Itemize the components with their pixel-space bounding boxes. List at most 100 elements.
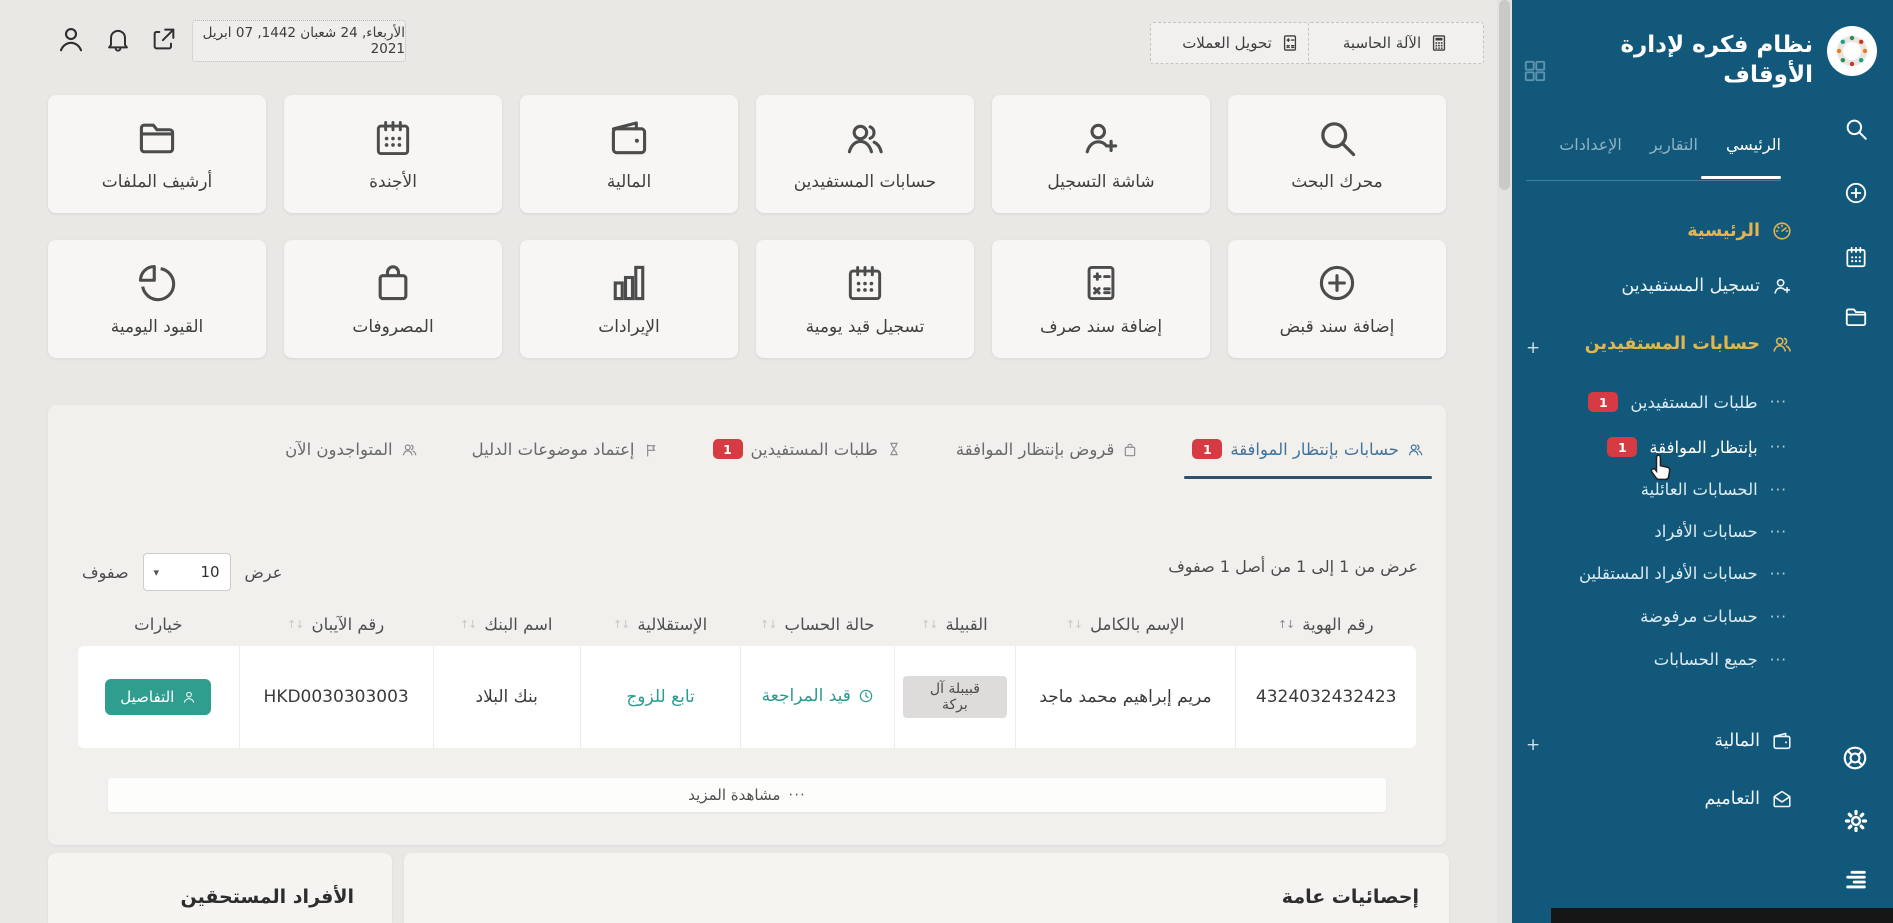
- sidebar-subitem-rejected-accounts[interactable]: ··· حسابات مرفوضة: [1640, 607, 1787, 626]
- tile-label: حسابات المستفيدين: [794, 172, 937, 192]
- col-bank-name[interactable]: اسم البنك↓↑: [433, 603, 580, 646]
- tile-search-engine[interactable]: محرك البحث: [1228, 95, 1446, 213]
- col-national-id[interactable]: رقم الهوية↓↑: [1235, 603, 1416, 646]
- sidebar-item-circulars[interactable]: التعاميم: [1704, 788, 1793, 810]
- life-ring-icon[interactable]: [1841, 744, 1869, 772]
- tile-label: شاشة التسجيل: [1047, 172, 1154, 192]
- tile-label: إضافة سند صرف: [1040, 317, 1162, 337]
- app-title: نظام فكره لإدارة الأوقاف: [1576, 30, 1813, 91]
- col-full-name[interactable]: الإسم بالكامل↓↑: [1015, 603, 1236, 646]
- people-icon: [401, 441, 418, 458]
- statistics-card-title: إحصائيات عامة: [1282, 886, 1419, 908]
- sidebar-subitem-label: حسابات الأفراد: [1654, 522, 1757, 541]
- sidebar-subitem-individual-accounts[interactable]: ··· حسابات الأفراد: [1654, 522, 1787, 541]
- user-icon[interactable]: [56, 24, 86, 54]
- tab-label: طلبات المستفيدين: [751, 440, 878, 459]
- col-iban[interactable]: رقم الآيبان↓↑: [239, 603, 433, 646]
- sort-icon[interactable]: ↓↑: [460, 618, 476, 631]
- ellipsis-icon: ···: [788, 786, 805, 804]
- date-display: الأربعاء, 24 شعبان 1442, 07 ابريل 2021: [192, 20, 406, 62]
- expand-plus-icon[interactable]: +: [1526, 735, 1540, 755]
- apps-grid-icon[interactable]: [1522, 58, 1548, 84]
- sort-icon[interactable]: ↓↑: [760, 618, 776, 631]
- show-more-button[interactable]: ··· مشاهدة المزيد: [108, 778, 1386, 812]
- ellipsis-icon: ···: [1770, 481, 1787, 499]
- sidebar-tab-main[interactable]: الرئيسي: [1726, 135, 1781, 154]
- tile-register-journal-entry[interactable]: تسجيل قيد يومية: [756, 240, 974, 358]
- tile-finance[interactable]: المالية: [520, 95, 738, 213]
- expand-plus-icon[interactable]: +: [1526, 338, 1540, 358]
- folder-icon[interactable]: [1843, 304, 1869, 330]
- sidebar-item-finance[interactable]: المالية: [1714, 730, 1793, 752]
- tab-label: إعتماد موضوعات الدليل: [472, 440, 635, 459]
- tile-beneficiary-accounts[interactable]: حسابات المستفيدين: [756, 95, 974, 213]
- ellipsis-icon: ···: [1770, 565, 1787, 583]
- plus-circle-icon[interactable]: [1843, 180, 1869, 206]
- sort-icon[interactable]: ↓↑: [613, 618, 629, 631]
- calculator-icon: [1429, 33, 1449, 53]
- calendar-icon[interactable]: [1843, 244, 1869, 270]
- sidebar-tab-reports[interactable]: التقارير: [1650, 135, 1698, 154]
- chevron-down-icon: ▾: [154, 566, 160, 579]
- tile-label: أرشيف الملفات: [102, 172, 212, 192]
- tile-expenses[interactable]: المصروفات: [284, 240, 502, 358]
- tile-label: محرك البحث: [1291, 172, 1383, 192]
- sort-icon[interactable]: ↓↑: [921, 618, 937, 631]
- sidebar-item-home[interactable]: الرئيسية: [1687, 220, 1793, 242]
- sort-icon[interactable]: ↓↑: [1066, 618, 1082, 631]
- sidebar-tab-settings[interactable]: الإعدادات: [1559, 135, 1622, 154]
- sidebar-divider: [1526, 180, 1781, 181]
- tab-label: قروض بإنتظار الموافقة: [956, 440, 1114, 459]
- sidebar-subitem-all-accounts[interactable]: ··· جميع الحسابات: [1654, 650, 1787, 669]
- sidebar-subitem-label: بإنتظار الموافقة: [1649, 438, 1757, 457]
- tab-loans-pending-approval[interactable]: قروض بإنتظار الموافقة: [956, 440, 1138, 479]
- tab-online-now[interactable]: المتواجدون الآن: [285, 440, 418, 479]
- page-size-select[interactable]: 10 ▾: [143, 553, 231, 591]
- details-button[interactable]: التفاصيل: [105, 679, 211, 715]
- sort-icon[interactable]: ↓↑: [287, 618, 303, 631]
- tab-accounts-pending-approval[interactable]: حسابات بإنتظار الموافقة 1: [1192, 439, 1424, 479]
- share-icon[interactable]: [150, 25, 178, 53]
- calc-convert-icon: [1280, 33, 1300, 53]
- tile-add-receipt-voucher[interactable]: إضافة سند قبض: [1228, 240, 1446, 358]
- currency-convert-label: تحويل العملات: [1182, 34, 1272, 52]
- tile-registration-screen[interactable]: شاشة التسجيل: [992, 95, 1210, 213]
- scrollbar-thumb[interactable]: [1499, 0, 1510, 190]
- sidebar-subitem-family-accounts[interactable]: ··· الحسابات العائلية: [1641, 480, 1787, 499]
- tile-agenda[interactable]: الأجندة: [284, 95, 502, 213]
- tab-directory-topics-approval[interactable]: إعتماد موضوعات الدليل: [472, 440, 659, 479]
- gear-icon[interactable]: [1843, 808, 1869, 834]
- cell-independence: تابع للزوج: [580, 646, 741, 748]
- col-options: خيارات: [78, 603, 239, 646]
- col-tribe[interactable]: القبيلة↓↑: [894, 603, 1014, 646]
- pin-icon: [643, 442, 659, 458]
- hourglass-icon: [886, 441, 902, 457]
- ellipsis-icon: ···: [1770, 393, 1787, 411]
- sidebar-item-beneficiary-accounts[interactable]: حسابات المستفيدين: [1585, 333, 1793, 355]
- col-account-status[interactable]: حالة الحساب↓↑: [740, 603, 894, 646]
- bell-icon[interactable]: [104, 25, 132, 53]
- sidebar-subitem-beneficiary-requests[interactable]: ··· طلبات المستفيدين 1: [1588, 392, 1787, 412]
- page-length-control: عرض 10 ▾ صفوف: [82, 553, 282, 591]
- tile-file-archive[interactable]: أرشيف الملفات: [48, 95, 266, 213]
- accounts-table-wrap: رقم الهوية↓↑ الإسم بالكامل↓↑ القبيلة↓↑ ح…: [78, 603, 1416, 812]
- tile-daily-entries[interactable]: القيود اليومية: [48, 240, 266, 358]
- sidebar-subitem-pending-approval[interactable]: ··· بإنتظار الموافقة 1: [1607, 437, 1787, 457]
- show-more-label: مشاهدة المزيد: [688, 786, 780, 804]
- tile-add-payment-voucher[interactable]: إضافة سند صرف: [992, 240, 1210, 358]
- menu-lines-icon[interactable]: [1843, 866, 1869, 892]
- search-icon[interactable]: [1843, 116, 1869, 142]
- tile-label: القيود اليومية: [111, 317, 204, 337]
- sort-icon[interactable]: ↓↑: [1278, 618, 1294, 631]
- sidebar-subitem-independent-individual-accounts[interactable]: ··· حسابات الأفراد المستقلين: [1579, 564, 1787, 583]
- calculator-button[interactable]: الآلة الحاسبة: [1308, 22, 1484, 64]
- wallet-icon: [1771, 730, 1793, 752]
- tile-revenues[interactable]: الإيرادات: [520, 240, 738, 358]
- tiles-row-2: إضافة سند قبض إضافة سند صرف تسجيل قيد يو…: [48, 240, 1446, 358]
- tab-beneficiary-requests[interactable]: طلبات المستفيدين 1: [713, 439, 902, 479]
- rows-label: صفوف: [82, 563, 129, 582]
- sidebar-item-register-beneficiaries[interactable]: تسجيل المستفيدين: [1621, 275, 1793, 297]
- currency-convert-button[interactable]: تحويل العملات: [1150, 22, 1332, 64]
- col-independence[interactable]: الإستقلالية↓↑: [580, 603, 741, 646]
- panel-tabs: حسابات بإنتظار الموافقة 1 قروض بإنتظار ا…: [48, 405, 1446, 479]
